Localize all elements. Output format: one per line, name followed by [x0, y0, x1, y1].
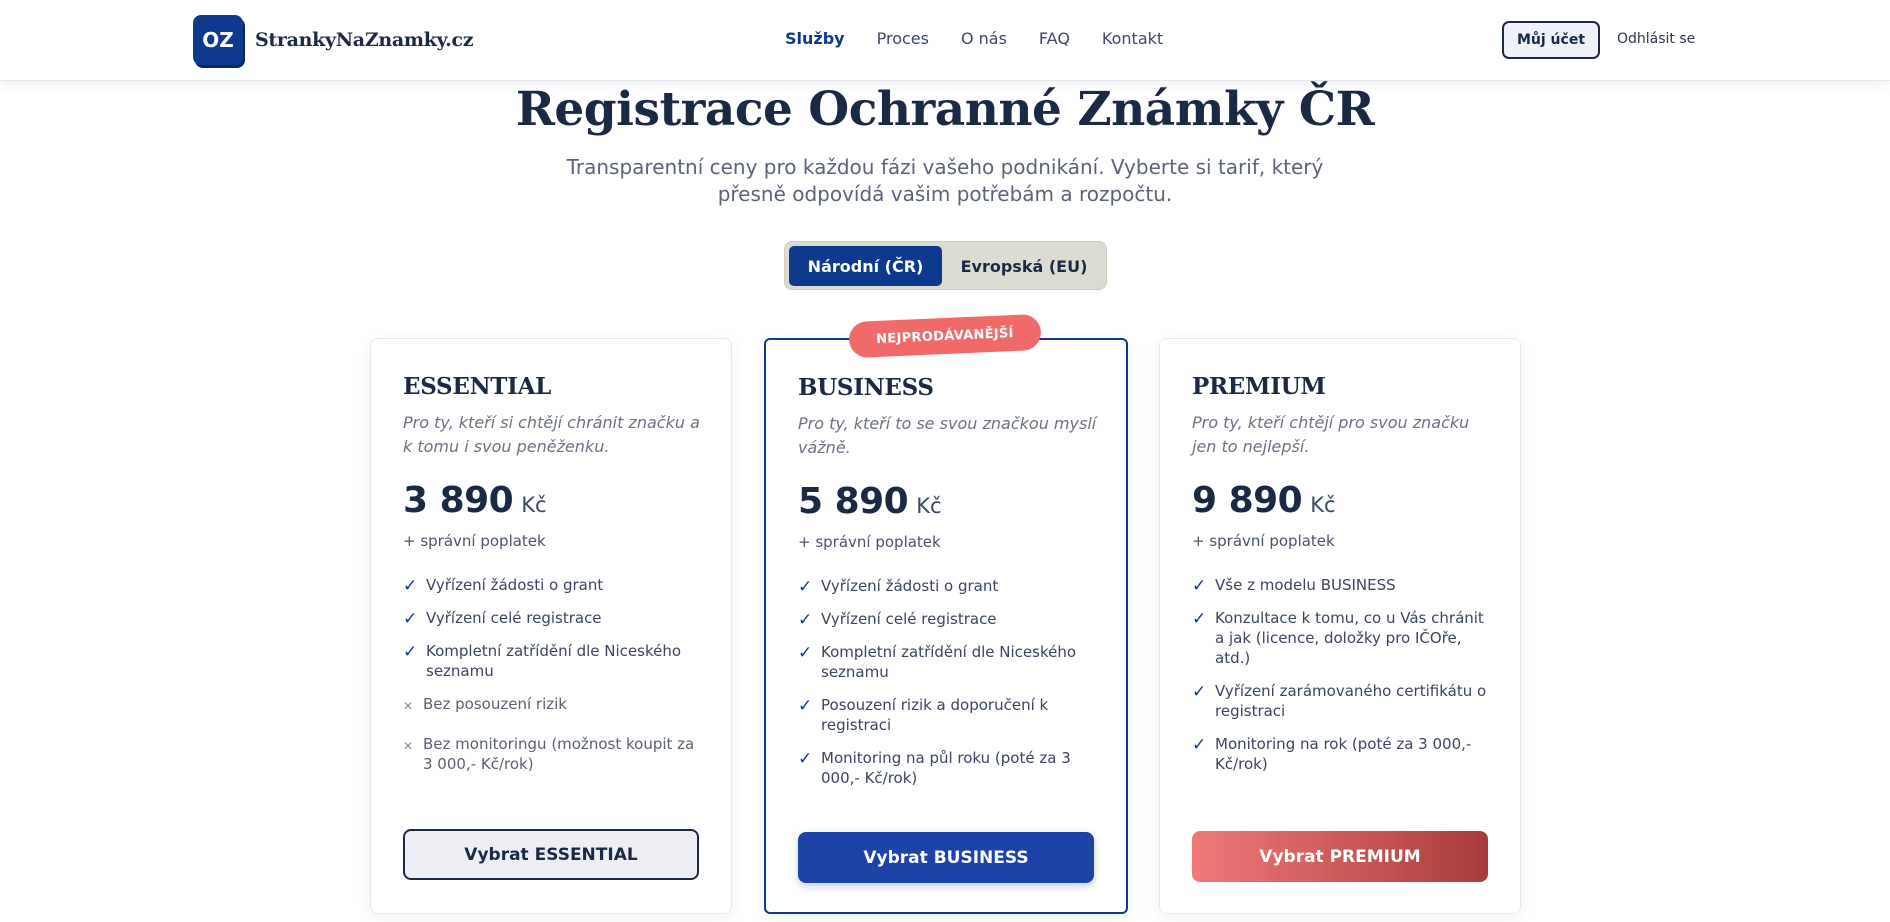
plan-name: PREMIUM	[1192, 373, 1326, 400]
plan-tagline: Pro ty, kteří to se svou značkou myslí v…	[798, 414, 1097, 457]
list-item: ✓ Vyřízení žádosti o grant	[403, 576, 604, 596]
page-title: Registrace Ochranné Známky ČR	[515, 82, 1375, 137]
check-icon: ✓	[403, 642, 418, 662]
logout-link[interactable]: Odhlásit se	[1617, 31, 1695, 47]
logo-mark-icon: OZ	[193, 15, 243, 65]
check-icon: ✓	[798, 696, 813, 716]
list-item: ✓ Vyřízení celé registrace	[403, 609, 602, 629]
plan-tagline: Pro ty, kteří si chtějí chránit značku a…	[403, 413, 700, 456]
admin-fee-note: + správní poplatek	[1192, 532, 1335, 550]
check-icon: ✓	[798, 749, 813, 769]
list-item: ✓ Vyřízení žádosti o grant	[798, 577, 999, 597]
list-item: ✓ Kompletní zatřídění dle Niceského sezna…	[403, 642, 682, 680]
admin-fee-note: + správní poplatek	[798, 533, 941, 551]
select-premium-button[interactable]: Vybrat PREMIUM	[1192, 831, 1488, 882]
price-currency: Kč	[916, 494, 942, 518]
plan-card-business: BUSINESS Pro ty, kteří to se svou značko…	[764, 338, 1128, 914]
nav-item-o-nas[interactable]: O nás	[961, 29, 1007, 48]
select-business-button[interactable]: Vybrat BUSINESS	[798, 832, 1094, 883]
plan-tagline: Pro ty, kteří chtějí pro svou značku jen…	[1192, 413, 1470, 456]
price-amount: 3 890	[403, 480, 514, 521]
nav-item-proces[interactable]: Proces	[877, 29, 929, 48]
plan-price: 9 890 Kč	[1192, 480, 1336, 521]
check-icon: ✓	[798, 610, 813, 630]
feature-list: ✓ Vyřízení žádosti o grant ✓ Vyřízení celé…	[798, 576, 1103, 801]
list-item: ✓ Vyřízení celé registrace	[798, 610, 997, 630]
cross-icon: ✕	[403, 739, 414, 753]
plan-card-essential: ESSENTIAL Pro ty, kteří si chtějí chráni…	[370, 338, 732, 914]
plan-price: 3 890 Kč	[403, 480, 547, 521]
list-item: ✓ Vyřízení zarámovaného certifikátu o reg…	[1192, 682, 1487, 720]
check-icon: ✓	[1192, 735, 1207, 755]
check-icon: ✓	[798, 643, 813, 663]
cross-icon: ✕	[403, 699, 414, 713]
list-item: ✓ Monitoring na rok (poté za 3 000,- Kč/r…	[1192, 735, 1472, 773]
admin-fee-note: + správní poplatek	[403, 532, 546, 550]
list-item: ✓ Monitoring na půl roku (poté za 3 000,-…	[798, 749, 1071, 787]
plan-card-premium: PREMIUM Pro ty, kteří chtějí pro svou zn…	[1159, 338, 1521, 914]
price-currency: Kč	[1310, 493, 1336, 517]
page-subtitle: Transparentní ceny pro každou fázi vašeh…	[566, 155, 1324, 206]
select-essential-button[interactable]: Vybrat ESSENTIAL	[403, 829, 699, 880]
toggle-eu[interactable]: Evropská (EU)	[945, 246, 1103, 286]
price-currency: Kč	[521, 493, 547, 517]
feature-list: ✓ Vše z modelu BUSINESS ✓ Konzultace k tom…	[1192, 575, 1497, 787]
nav-item-faq[interactable]: FAQ	[1039, 29, 1070, 48]
brand-logo[interactable]: OZ StrankyNaZnamky.cz	[193, 15, 474, 65]
check-icon: ✓	[798, 577, 813, 597]
price-amount: 5 890	[798, 481, 909, 522]
list-item: ✕ Bez monitoringu (možnost koupit za 3 00…	[403, 735, 695, 773]
list-item: ✓ Posouzení rizik a doporučení k registra…	[798, 696, 1049, 734]
check-icon: ✓	[1192, 609, 1207, 629]
list-item: ✓ Vše z modelu BUSINESS	[1192, 576, 1396, 596]
feature-list: ✓ Vyřízení žádosti o grant ✓ Vyřízení celé…	[403, 575, 708, 787]
check-icon: ✓	[1192, 576, 1207, 596]
my-account-button[interactable]: Můj účet	[1502, 21, 1600, 59]
plan-name: BUSINESS	[798, 374, 934, 401]
brand-name: StrankyNaZnamky.cz	[255, 29, 474, 51]
nav-item-kontakt[interactable]: Kontakt	[1102, 29, 1163, 48]
list-item: ✓ Kompletní zatřídění dle Niceského sezna…	[798, 643, 1077, 681]
plan-price: 5 890 Kč	[798, 481, 942, 522]
plan-name: ESSENTIAL	[403, 373, 551, 400]
top-navbar: OZ StrankyNaZnamky.cz Služby Proces O ná…	[0, 0, 1890, 81]
price-amount: 9 890	[1192, 480, 1303, 521]
check-icon: ✓	[403, 609, 418, 629]
nav-item-sluzby[interactable]: Služby	[785, 29, 845, 48]
toggle-national[interactable]: Národní (ČR)	[789, 246, 942, 286]
region-toggle: Národní (ČR) Evropská (EU)	[784, 241, 1107, 290]
check-icon: ✓	[403, 576, 418, 596]
list-item: ✕ Bez posouzení rizik	[403, 694, 708, 714]
main-nav: Služby Proces O nás FAQ Kontakt	[785, 29, 1163, 48]
check-icon: ✓	[1192, 682, 1207, 702]
list-item: ✓ Konzultace k tomu, co u Vás chránit a j…	[1192, 609, 1484, 667]
